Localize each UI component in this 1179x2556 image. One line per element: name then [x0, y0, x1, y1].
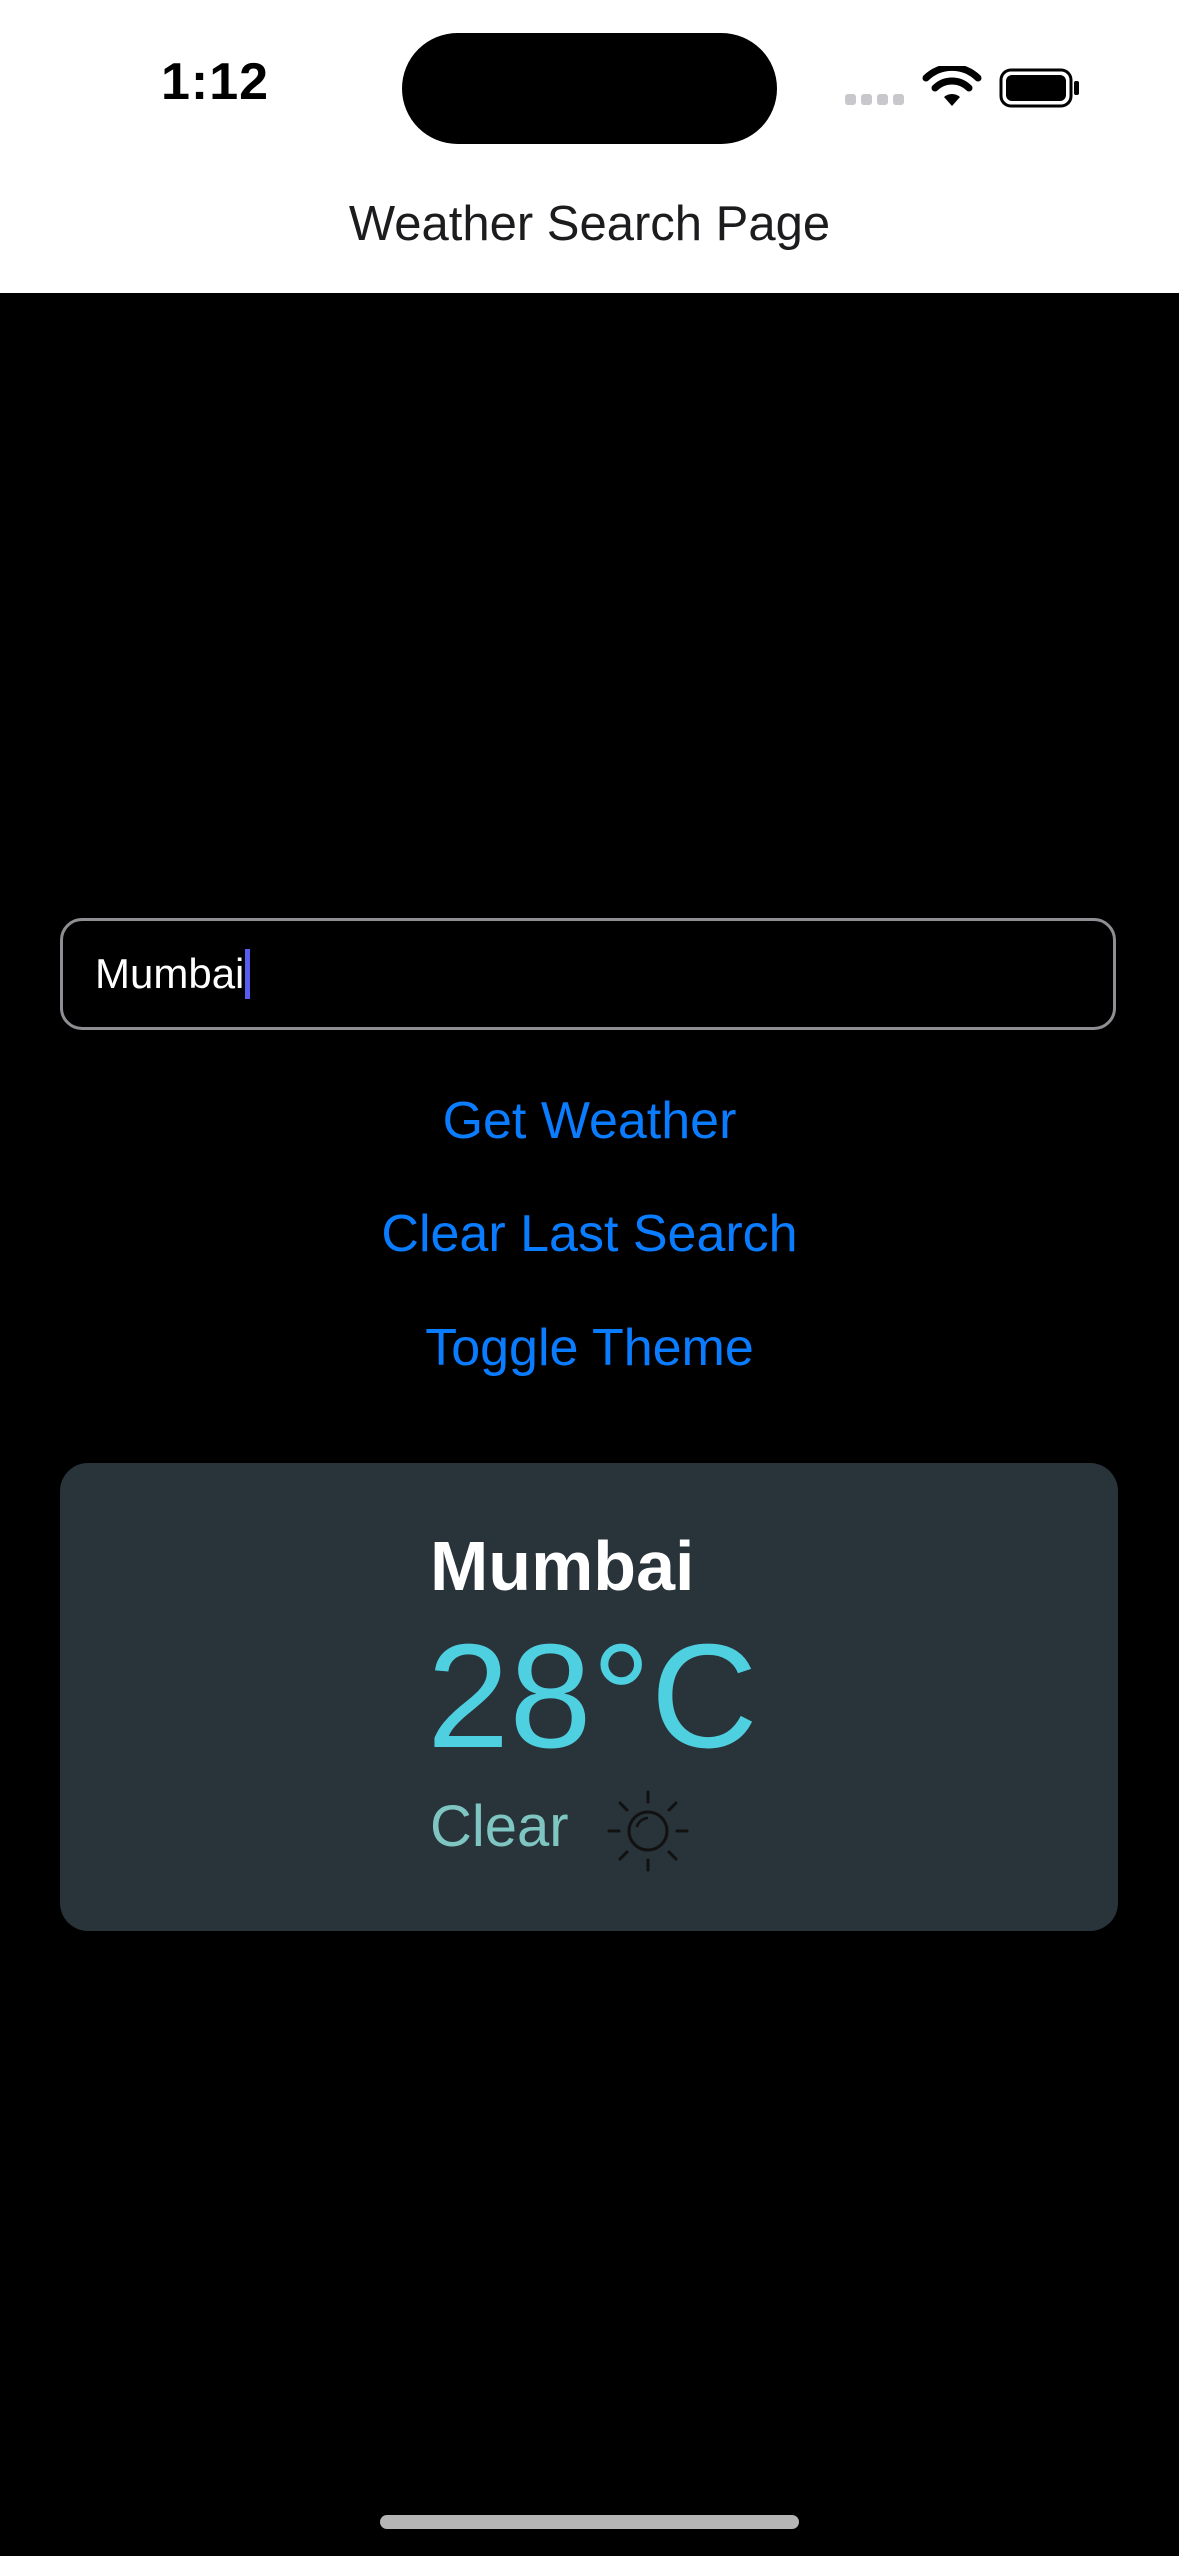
weather-card: Mumbai 28°C Clear — [60, 1463, 1118, 1931]
battery-icon — [999, 68, 1079, 108]
city-name: Mumbai — [430, 1527, 695, 1605]
page-title: Weather Search Page — [348, 197, 831, 251]
temperature: 28°C — [427, 1614, 758, 1779]
text-cursor — [245, 949, 251, 999]
search-input-value[interactable]: Mumbai — [95, 950, 244, 998]
sun-icon — [607, 1790, 689, 1872]
weather-condition: Clear — [430, 1794, 569, 1859]
dynamic-island — [402, 33, 777, 144]
wifi-icon — [922, 66, 982, 106]
cellular-signal-icon — [845, 94, 905, 108]
status-time: 1:12 — [160, 53, 270, 111]
clear-last-search-button[interactable]: Clear Last Search — [0, 1204, 1179, 1264]
home-indicator[interactable] — [380, 2515, 799, 2529]
top-bar: 1:12 Weather Search Page — [0, 0, 1179, 293]
toggle-theme-button[interactable]: Toggle Theme — [0, 1318, 1179, 1378]
city-search-input[interactable]: Mumbai — [60, 918, 1116, 1030]
get-weather-button[interactable]: Get Weather — [0, 1091, 1179, 1151]
